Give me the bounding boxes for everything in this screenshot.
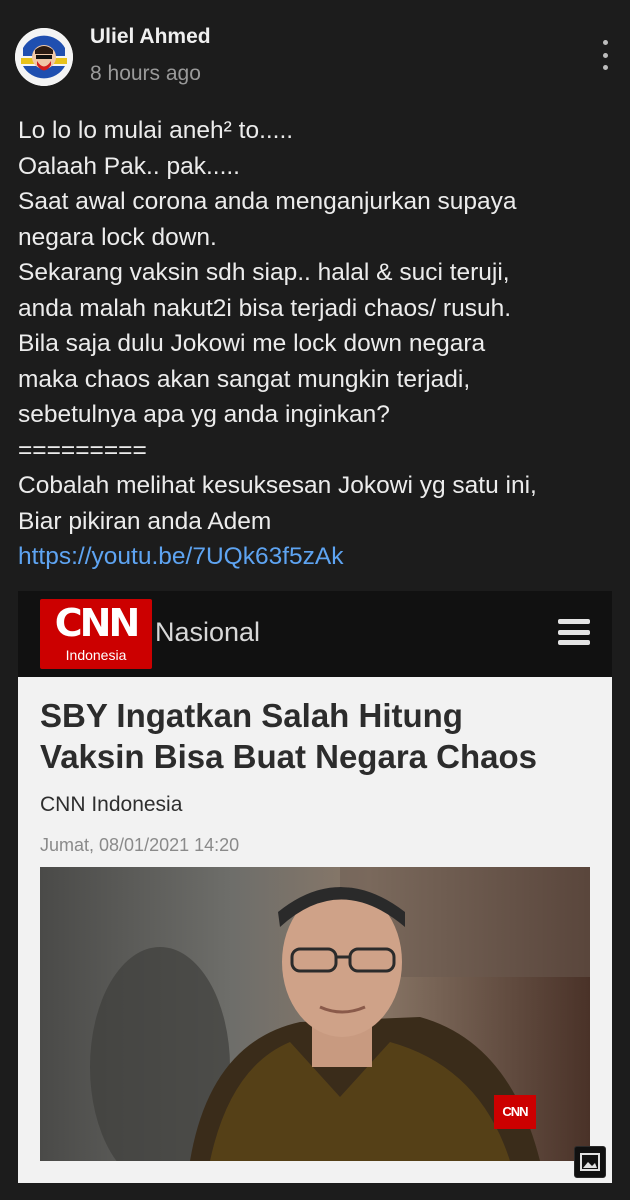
post-line: Biar pikiran anda Adem <box>18 507 272 535</box>
cnn-logo-subtext: Indonesia <box>65 647 127 663</box>
post-card: Uliel Ahmed 8 hours ago Lo lo lo mulai a… <box>0 0 630 1200</box>
photo-cnn-logo: CNN <box>494 1095 536 1129</box>
cnn-logo: CNN Indonesia <box>40 599 152 669</box>
cnn-header-bar: CNN Indonesia Nasional <box>18 591 612 677</box>
article-date: Jumat, 08/01/2021 14:20 <box>40 835 240 855</box>
post-line: maka chaos akan sangat mungkin terjadi, <box>18 365 471 393</box>
post-line: sebetulnya apa yg anda inginkan? <box>18 401 390 428</box>
post-time: 8 hours ago <box>90 62 201 85</box>
cnn-logo-text: CNN <box>54 601 141 645</box>
post-line: Lo lo lo mulai aneh² to..... <box>18 117 294 144</box>
youtube-link[interactable]: https://youtu.be/7UQk63f5zAk <box>18 539 618 575</box>
post-body: Lo lo lo mulai aneh² to..... Oalaah Pak.… <box>18 113 618 575</box>
more-vertical-icon[interactable] <box>596 40 614 70</box>
post-line: anda malah nakut2i bisa terjadi chaos/ r… <box>18 294 512 322</box>
post-line: Saat awal corona anda menganjurkan supay… <box>18 188 517 215</box>
attached-image[interactable]: CNN Indonesia Nasional SBY Ingatkan Sala… <box>18 591 612 1183</box>
post-line: Cobalah melihat kesuksesan Jokowi yg sat… <box>18 472 537 499</box>
hamburger-menu-icon <box>558 619 590 645</box>
article-headline: SBY Ingatkan Salah Hitung Vaksin Bisa Bu… <box>40 695 600 777</box>
post-line: Sekarang vaksin sdh siap.. halal & suci … <box>18 259 510 286</box>
post-line: Oalaah Pak.. pak..... <box>18 152 240 180</box>
article-source: CNN Indonesia <box>40 793 183 816</box>
headline-line: SBY Ingatkan Salah Hitung <box>40 697 463 734</box>
post-separator: ========= <box>18 436 147 464</box>
author-name[interactable]: Uliel Ahmed <box>90 25 211 49</box>
image-icon[interactable] <box>574 1146 606 1178</box>
author-avatar[interactable] <box>15 28 73 86</box>
section-title: Nasional <box>155 617 261 647</box>
post-line: negara lock down. <box>18 223 217 251</box>
post-line: Bila saja dulu Jokowi me lock down negar… <box>18 330 486 357</box>
headline-line: Vaksin Bisa Buat Negara Chaos <box>40 738 538 775</box>
